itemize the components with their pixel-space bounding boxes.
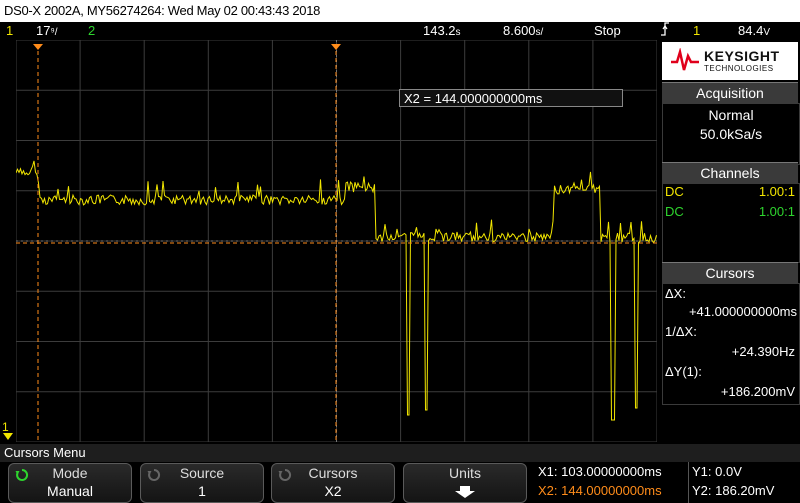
softkey-mode-value: Manual	[47, 483, 93, 499]
time-delay[interactable]: 143.2s	[423, 22, 461, 42]
ch2-coupling: DC	[665, 204, 684, 219]
inv-delta-x-value: +24.390Hz	[731, 344, 795, 359]
inv-delta-x-label: 1/ΔX:	[665, 324, 697, 339]
delta-y-label: ΔY(1):	[665, 364, 702, 379]
ch1-scale-value: 17	[36, 23, 51, 38]
trigger-level[interactable]: 84.4V	[738, 22, 770, 42]
cursor-x2-marker-icon	[331, 44, 341, 50]
delta-y-value: +186.200mV	[720, 384, 795, 399]
ch1-coupling: DC	[665, 184, 684, 199]
softkey-source-label: Source	[179, 465, 225, 481]
ch2-number[interactable]: 2	[88, 22, 95, 40]
softkey-cursors-value: X2	[324, 483, 342, 499]
acquisition-box: Normal 50.0kSa/s	[662, 103, 800, 165]
time-scale-unit: s/	[535, 27, 544, 38]
trigger-channel[interactable]: 1	[693, 22, 700, 40]
acquisition-mode: Normal	[708, 107, 754, 123]
time-delay-unit: s	[455, 27, 461, 38]
title-text: DS0-X 2002A, MY56274264: Wed May 02 00:4…	[4, 3, 321, 18]
softkey-units-label: Units	[449, 465, 481, 481]
time-delay-value: 143.2	[423, 23, 456, 38]
cursor-x2-readout-text: X2 = 144.000000000ms	[404, 91, 543, 106]
ch1-scale[interactable]: 17⁹/	[36, 22, 58, 42]
softkey-units[interactable]: Units	[403, 463, 527, 503]
waveform-display[interactable]: X2 = 144.000000000ms	[15, 39, 658, 443]
x1-readout: X1: 103.00000000ms	[538, 464, 662, 479]
cursors-box: ΔX: +41.000000000ms 1/ΔX: +24.390Hz ΔY(1…	[662, 283, 800, 405]
delta-x-label: ΔX:	[665, 286, 686, 301]
y2-readout: Y2: 186.20mV	[692, 483, 775, 498]
ch1-ground-label: 1	[2, 420, 9, 434]
channels-header[interactable]: Channels	[662, 162, 798, 183]
softkey-source-value: 1	[198, 483, 206, 499]
status-bar: 1 17⁹/ 2 143.2s 8.600s/ Stop 1 84.4V	[0, 22, 800, 40]
time-scale[interactable]: 8.600s/	[503, 22, 543, 42]
cursor-x1-marker-icon	[33, 44, 43, 50]
softkey-cursors-label: Cursors	[308, 465, 358, 481]
softkey-mode[interactable]: Mode Manual	[8, 463, 132, 503]
softkey-source[interactable]: Source 1	[140, 463, 264, 503]
title-bar: DS0-X 2002A, MY56274264: Wed May 02 00:4…	[0, 0, 800, 22]
trigger-edge-icon	[660, 22, 670, 41]
cursor-x2-readout-box: X2 = 144.000000000ms	[399, 89, 623, 107]
softkey-cursors[interactable]: Cursors X2	[271, 463, 395, 503]
brand-name: KEYSIGHT	[704, 48, 780, 64]
menu-title: Cursors Menu	[4, 445, 86, 460]
trigger-level-value: 84.4	[738, 23, 764, 38]
ch1-number[interactable]: 1	[6, 22, 13, 40]
run-state[interactable]: Stop	[594, 22, 621, 40]
delta-x-value: +41.000000000ms	[688, 304, 797, 319]
time-scale-value: 8.600	[503, 23, 536, 38]
ch1-probe: 1.00:1	[758, 184, 795, 199]
ch1-ground-marker[interactable]: 1	[2, 421, 16, 441]
brand-box: KEYSIGHT TECHNOLOGIES	[662, 42, 798, 80]
brand-sub: TECHNOLOGIES	[704, 64, 774, 73]
menu-title-bar: Cursors Menu	[0, 444, 800, 462]
x2-readout: X2: 144.00000000ms	[538, 483, 662, 498]
readout-divider	[688, 462, 689, 503]
ch1-scale-unit: ⁹/	[50, 27, 58, 38]
cursors-header[interactable]: Cursors	[662, 262, 798, 283]
keysight-logo-icon	[671, 48, 699, 71]
cursor-readout: X1: 103.00000000ms X2: 144.00000000ms Y1…	[534, 462, 800, 503]
acquisition-rate: 50.0kSa/s	[699, 126, 763, 142]
softkey-mode-label: Mode	[52, 465, 88, 481]
y1-readout: Y1: 0.0V	[692, 464, 742, 479]
side-panel: KEYSIGHT TECHNOLOGIES Acquisition Normal…	[660, 40, 800, 442]
trigger-level-unit: V	[763, 27, 770, 38]
submenu-arrow-down-icon	[455, 486, 475, 498]
acquisition-header[interactable]: Acquisition	[662, 82, 798, 103]
ch2-probe: 1.00:1	[758, 204, 795, 219]
channels-box: DC 1.00:1 DC 1.00:1	[662, 183, 800, 263]
ground-arrow-icon	[3, 433, 13, 440]
